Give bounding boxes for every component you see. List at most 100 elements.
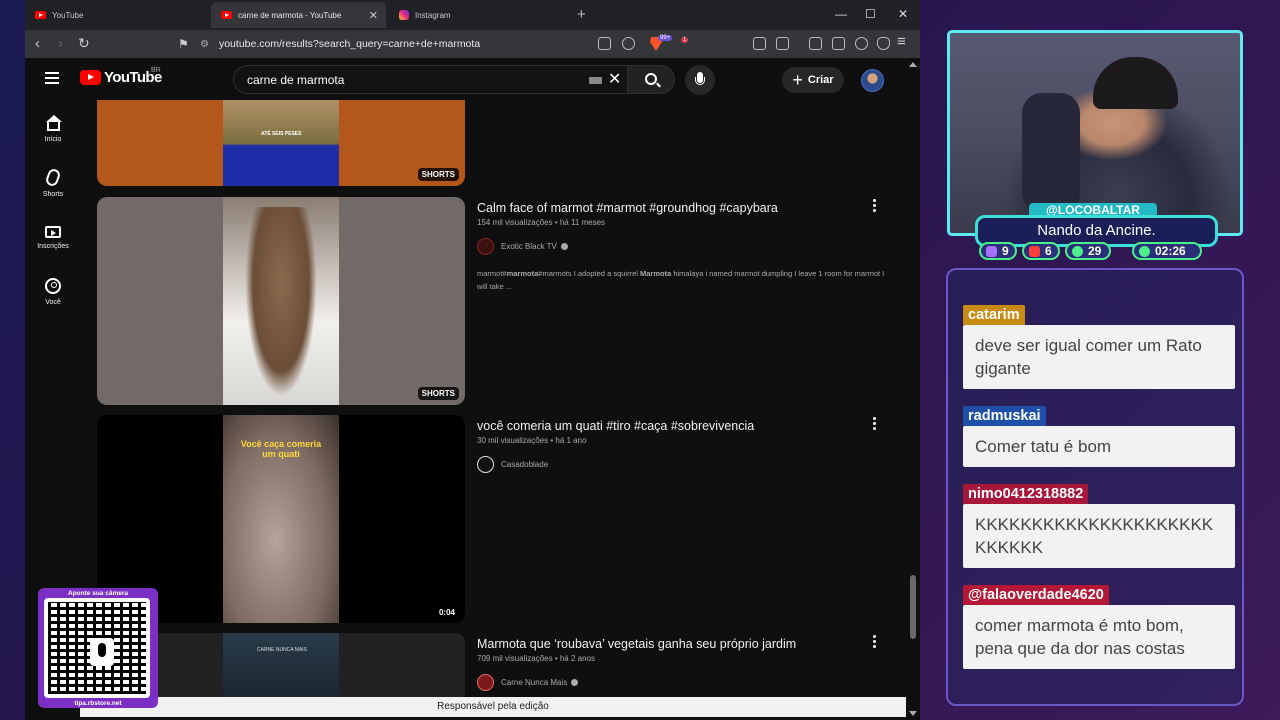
page-scrollbar[interactable]	[906, 58, 920, 720]
wallet-icon[interactable]	[832, 37, 845, 50]
address-bar: ‹ › ↻ ⚑ ⚙ youtube.com/results?search_que…	[25, 30, 920, 58]
browser-window: YouTube carne de marmota - YouTube ✕ Ins…	[25, 0, 920, 720]
youtube-icon	[221, 11, 232, 19]
forward-icon[interactable]: ›	[58, 35, 63, 52]
search-box[interactable]: carne de marmota ✕	[233, 65, 628, 94]
shields-badge: 99+	[658, 35, 673, 41]
tab-youtube[interactable]: YouTube	[25, 2, 210, 28]
channel-avatar	[477, 238, 494, 255]
gaming-chair	[1022, 93, 1080, 213]
chat-username: radmuskai	[963, 406, 1046, 426]
close-tab-icon[interactable]: ✕	[369, 9, 378, 22]
channel-name: Casadoblade	[501, 460, 549, 469]
search-button[interactable]	[627, 65, 675, 94]
more-options-icon[interactable]	[873, 635, 877, 650]
chat-text: Comer tatu é bom	[963, 426, 1235, 467]
tab-instagram[interactable]: Instagram	[389, 2, 569, 28]
screenshot-icon[interactable]	[776, 37, 789, 50]
chat-text: comer marmota é mto bom, pena que da dor…	[963, 605, 1235, 669]
youtube-icon	[35, 11, 46, 19]
clock-icon	[1139, 245, 1150, 257]
url-field[interactable]: ⚙ youtube.com/results?search_query=carne…	[200, 33, 720, 55]
scrollbar-thumb[interactable]	[910, 575, 916, 639]
video-stats: 709 mil visualizações • há 2 anos	[477, 654, 595, 663]
chat-username: catarim	[963, 305, 1025, 325]
vpn-icon[interactable]	[877, 37, 890, 50]
thumbnail-image: ATÉ SEIS PESES	[223, 100, 339, 186]
shorts-badge: SHORTS	[417, 387, 459, 400]
youtube-logo[interactable]: YouTube BR	[80, 67, 162, 86]
new-tab-button[interactable]: +	[577, 6, 586, 23]
video-duration: 0:04	[434, 607, 459, 618]
youtube-play-icon	[80, 70, 101, 85]
menu-icon[interactable]: ≡	[897, 33, 906, 50]
search-input[interactable]: carne de marmota	[247, 73, 344, 87]
youtube-header: YouTube BR carne de marmota ✕ + Criar	[25, 58, 912, 100]
video-title[interactable]: Calm face of marmot #marmot #groundhog #…	[477, 200, 887, 216]
scroll-down-arrow[interactable]	[909, 711, 917, 716]
minimize-button[interactable]: —	[835, 7, 847, 21]
cast-icon[interactable]	[598, 37, 611, 50]
close-window-button[interactable]: ✕	[898, 7, 908, 21]
sidebar-item-shorts[interactable]: Shorts	[25, 167, 81, 198]
keyboard-icon[interactable]	[589, 77, 602, 84]
video-thumbnail[interactable]: SHORTS	[97, 197, 465, 405]
more-options-icon[interactable]	[873, 199, 877, 214]
video-title[interactable]: Marmota que ‘roubava’ vegetais ganha seu…	[477, 636, 887, 652]
reload-icon[interactable]: ↻	[78, 35, 90, 52]
shorts-badge: SHORTS	[417, 168, 459, 181]
account-avatar[interactable]	[861, 69, 884, 92]
maximize-button[interactable]: ☐	[865, 7, 876, 21]
qr-code-overlay: Aponte sua câmera tipa.rbstore.net	[38, 588, 158, 708]
share-icon[interactable]	[622, 37, 635, 50]
shorts-icon	[44, 167, 62, 188]
home-icon	[45, 115, 62, 131]
instagram-icon	[399, 10, 409, 20]
channel-link[interactable]: Exotic Black TV	[477, 238, 887, 255]
view-count: 30 mil visualizações	[477, 436, 549, 445]
sidebar-label: Você	[45, 299, 61, 306]
qr-code	[44, 598, 150, 698]
marmot-image	[245, 207, 317, 397]
voice-search-button[interactable]	[685, 65, 715, 95]
sidebar-label: Inscrições	[37, 243, 69, 250]
channel-avatar	[477, 674, 494, 691]
create-button[interactable]: + Criar	[782, 67, 844, 93]
video-thumbnail[interactable]: ATÉ SEIS PESES SHORTS	[97, 100, 465, 186]
qr-top-text: Aponte sua câmera	[68, 590, 128, 597]
clear-search-icon[interactable]: ✕	[608, 69, 621, 89]
sidebar-icon[interactable]	[809, 37, 822, 50]
back-icon[interactable]: ‹	[35, 35, 40, 52]
scroll-up-arrow[interactable]	[909, 62, 917, 67]
view-count: 709 mil visualizações	[477, 654, 553, 663]
video-meta: Calm face of marmot #marmot #groundhog #…	[477, 200, 887, 293]
footer-notice: Responsável pela edição	[80, 697, 906, 717]
twitch-icon	[986, 245, 997, 257]
microphone-icon	[90, 638, 114, 666]
sidebar-item-home[interactable]: Início	[25, 115, 81, 143]
video-title[interactable]: você comeria um quati #tiro #caça #sobre…	[477, 418, 887, 434]
chat-message: catarim deve ser igual comer um Rato gig…	[963, 305, 1235, 389]
leo-ai-icon[interactable]	[855, 37, 868, 50]
tab-label: YouTube	[52, 10, 84, 20]
tab-label: carne de marmota - YouTube	[238, 10, 342, 20]
create-label: Criar	[807, 74, 834, 86]
tab-search-results[interactable]: carne de marmota - YouTube ✕	[211, 2, 386, 28]
youtube-viewers: 6	[1022, 242, 1060, 260]
chat-username: @falaoverdade4620	[963, 585, 1109, 605]
hamburger-menu-icon[interactable]	[45, 72, 59, 84]
extensions-icon[interactable]	[753, 37, 766, 50]
video-meta: Marmota que ‘roubava’ vegetais ganha seu…	[477, 636, 887, 691]
more-options-icon[interactable]	[873, 417, 877, 432]
channel-link[interactable]: Carne Nunca Mais	[477, 674, 887, 691]
thumbnail-caption: ATÉ SEIS PESES	[261, 131, 302, 137]
chat-text: KKKKKKKKKKKKKKKKKKKKKKKKKKK	[963, 504, 1235, 568]
video-meta: você comeria um quati #tiro #caça #sobre…	[477, 418, 887, 473]
sidebar-item-you[interactable]: Você	[25, 278, 81, 306]
site-settings-icon[interactable]: ⚙	[200, 39, 209, 50]
sidebar-item-subscriptions[interactable]: Inscrições	[25, 223, 81, 250]
youtube-icon	[1029, 245, 1040, 257]
bookmark-icon[interactable]: ⚑	[178, 37, 189, 51]
subscriptions-icon	[45, 226, 61, 238]
channel-link[interactable]: Casadoblade	[477, 456, 887, 473]
